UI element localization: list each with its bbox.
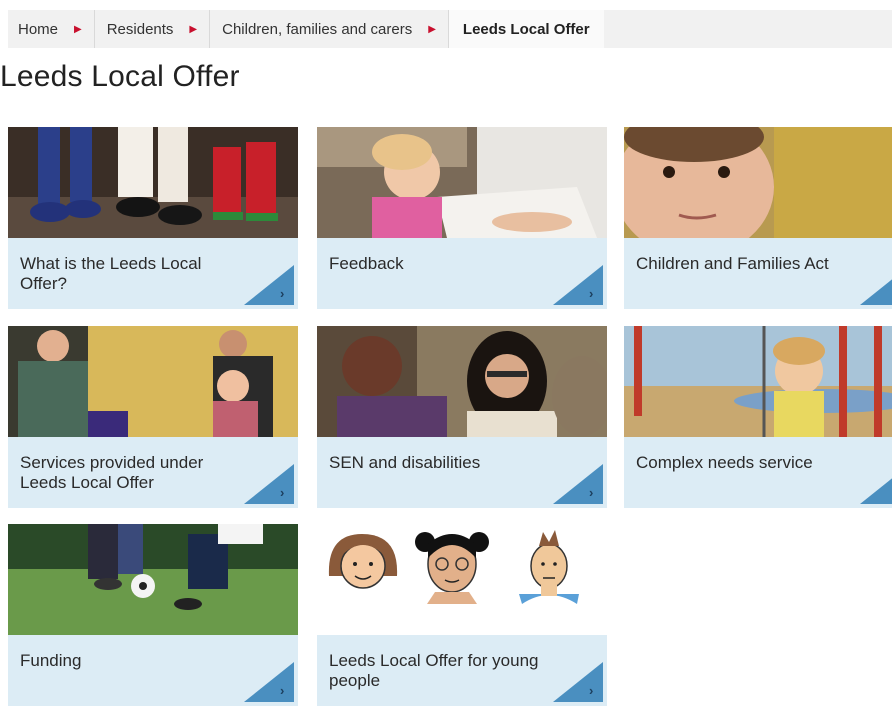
- tile-caption: Funding ›: [8, 635, 298, 706]
- svg-text:›: ›: [280, 683, 284, 698]
- tile-caption: Leeds Local Offer for young people ›: [317, 635, 607, 706]
- tile-sen-disabilities[interactable]: SEN and disabilities ›: [317, 326, 607, 508]
- tile-illustration-young-people-faces: [317, 524, 607, 635]
- breadcrumb-separator-icon: ▶: [189, 23, 198, 35]
- arrow-right-icon: ›: [244, 464, 294, 504]
- tile-caption: SEN and disabilities ›: [317, 437, 607, 508]
- tile-children-families-act[interactable]: Children and Families Act ›: [624, 127, 892, 309]
- tile-photo-football: [8, 524, 298, 635]
- tile-caption: What is the Leeds Local Offer? ›: [8, 238, 298, 309]
- tile-label: Services provided under Leeds Local Offe…: [20, 453, 204, 492]
- arrow-right-icon: ›: [860, 265, 892, 305]
- tile-label: Leeds Local Offer for young people: [329, 651, 539, 690]
- tile-photo-child-reading: [317, 127, 607, 238]
- arrow-right-icon: ›: [244, 662, 294, 702]
- tile-services-provided[interactable]: Services provided under Leeds Local Offe…: [8, 326, 298, 508]
- svg-text:›: ›: [589, 286, 593, 301]
- tile-caption: Children and Families Act ›: [624, 238, 892, 309]
- tile-label: SEN and disabilities: [329, 453, 481, 472]
- arrow-right-icon: ›: [553, 662, 603, 702]
- breadcrumb: Home ▶ Residents ▶ Children, families an…: [8, 10, 892, 48]
- breadcrumb-home-link[interactable]: Home ▶: [8, 10, 94, 48]
- tile-label: Children and Families Act: [636, 254, 829, 273]
- tile-photo-family-play: [8, 326, 298, 437]
- breadcrumb-separator-icon: ▶: [428, 23, 436, 35]
- tile-funding[interactable]: Funding ›: [8, 524, 298, 706]
- arrow-right-icon: ›: [553, 464, 603, 504]
- tile-photo-children-shoes: [8, 127, 298, 238]
- tile-feedback[interactable]: Feedback ›: [317, 127, 607, 309]
- tile-label: Feedback: [329, 254, 404, 273]
- tile-label: Funding: [20, 651, 82, 670]
- tile-photo-boy-swing: [624, 326, 892, 437]
- tile-photo-children-glasses: [317, 326, 607, 437]
- svg-text:›: ›: [589, 683, 593, 698]
- breadcrumb-home-label: Home: [18, 20, 59, 38]
- breadcrumb-current: Leeds Local Offer: [447, 10, 604, 48]
- tile-caption: Feedback ›: [317, 238, 607, 309]
- tile-caption: Services provided under Leeds Local Offe…: [8, 437, 298, 508]
- breadcrumb-children-families-label: Children, families and carers: [222, 20, 413, 38]
- arrow-right-icon: ›: [244, 265, 294, 305]
- tile-caption: Complex needs service ›: [624, 437, 892, 508]
- page-title: Leeds Local Offer: [0, 60, 240, 93]
- svg-text:›: ›: [280, 286, 284, 301]
- tile-label: Complex needs service: [636, 453, 813, 472]
- tile-young-people[interactable]: Leeds Local Offer for young people ›: [317, 524, 607, 706]
- breadcrumb-residents-label: Residents: [106, 20, 174, 38]
- tile-photo-toddler-face: [624, 127, 892, 238]
- tile-label: What is the Leeds Local Offer?: [20, 254, 202, 293]
- breadcrumb-residents-link[interactable]: Residents ▶: [93, 10, 209, 48]
- breadcrumb-children-families-link[interactable]: Children, families and carers ▶: [209, 10, 448, 48]
- svg-text:›: ›: [280, 485, 284, 500]
- breadcrumb-separator-icon: ▶: [74, 23, 82, 35]
- tile-what-is-local-offer[interactable]: What is the Leeds Local Offer? ›: [8, 127, 298, 309]
- svg-text:›: ›: [589, 485, 593, 500]
- arrow-right-icon: ›: [860, 464, 892, 504]
- tile-complex-needs[interactable]: Complex needs service ›: [624, 326, 892, 508]
- arrow-right-icon: ›: [553, 265, 603, 305]
